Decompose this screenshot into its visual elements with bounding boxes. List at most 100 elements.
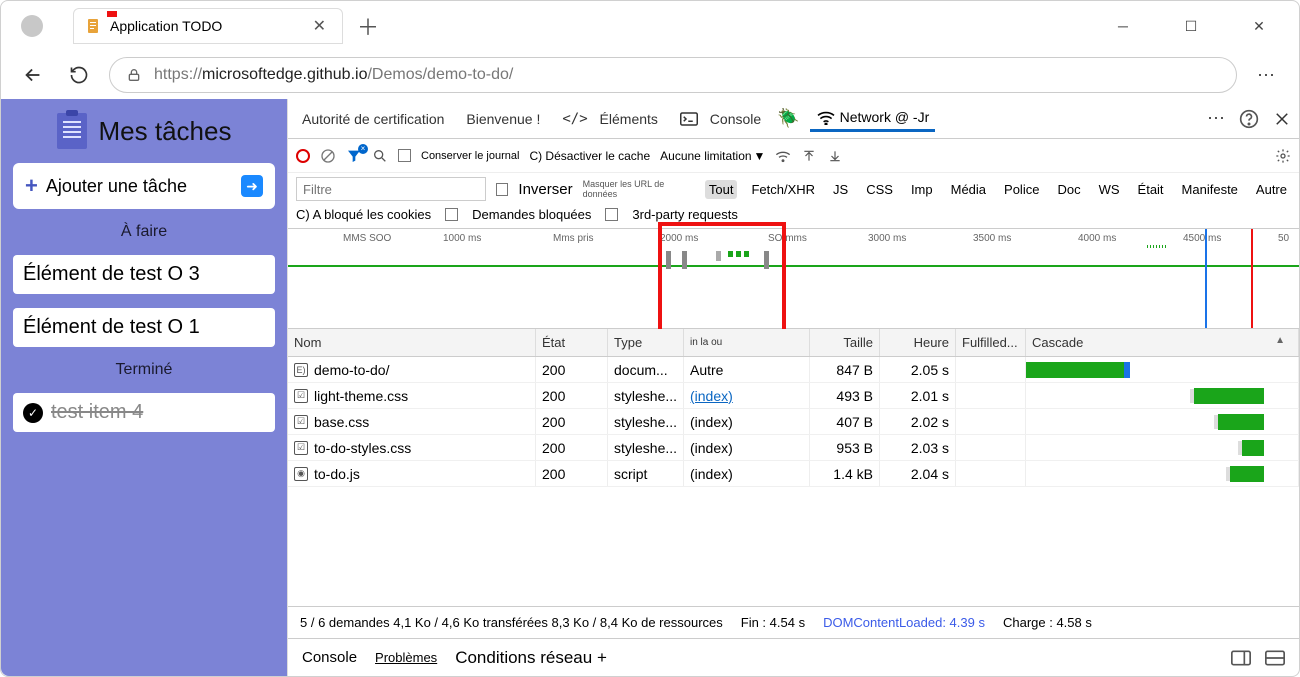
filter-type-fetch[interactable]: Fetch/XHR [747, 180, 819, 199]
col-waterfall[interactable]: Cascade [1026, 329, 1299, 356]
blocked-cookies-label[interactable]: C) A bloqué les cookies [296, 207, 431, 222]
filter-type-media[interactable]: Média [947, 180, 990, 199]
tab-welcome[interactable]: Bienvenue ! [460, 107, 546, 131]
app-title: Mes tâches [99, 116, 232, 147]
request-initiator: (index) [690, 440, 733, 456]
disable-cache-label[interactable]: C) Désactiver le cache [529, 149, 650, 163]
search-icon[interactable] [372, 148, 388, 164]
request-status: 200 [536, 435, 608, 460]
window-minimize-button[interactable]: ─ [1103, 11, 1143, 41]
request-initiator: (index) [690, 414, 733, 430]
col-fulfilled[interactable]: Fulfilled... [956, 329, 1026, 356]
tab-close-icon[interactable]: ✕ [309, 16, 330, 36]
devtools-more-icon[interactable]: ⋯ [1207, 108, 1225, 129]
refresh-button[interactable] [63, 59, 95, 91]
download-icon[interactable] [827, 148, 843, 164]
invert-checkbox[interactable] [496, 183, 508, 196]
network-conditions-icon[interactable] [775, 148, 791, 164]
preserve-log-checkbox[interactable] [398, 149, 411, 162]
request-size: 407 B [810, 409, 880, 434]
tab-console[interactable]: Console [674, 107, 767, 131]
throttling-select[interactable]: Aucune limitation▼ [660, 149, 765, 163]
request-type: styleshe... [608, 409, 684, 434]
table-row[interactable]: ☑light-theme.css 200 styleshe... (index)… [288, 383, 1299, 409]
timeline-overview[interactable]: MMS SOO 1000 ms Mms pris 2000 ms SO mms … [288, 229, 1299, 329]
filter-type-other[interactable]: Autre [1252, 180, 1291, 199]
request-fulfilled [956, 461, 1026, 486]
filter-input[interactable] [296, 177, 486, 201]
request-status: 200 [536, 383, 608, 408]
col-initiator[interactable]: in la ou [684, 329, 810, 356]
request-status: 200 [536, 409, 608, 434]
profile-avatar[interactable] [21, 15, 43, 37]
lock-icon [126, 67, 142, 83]
table-row[interactable]: ☑to-do-styles.css 200 styleshe... (index… [288, 435, 1299, 461]
filter-type-img[interactable]: Imp [907, 180, 937, 199]
drawer-tab-network-conditions[interactable]: Conditions réseau + [455, 648, 607, 668]
sort-arrow-icon: ▲ [1275, 335, 1285, 346]
file-type-icon: E) [294, 363, 308, 377]
filter-type-wasm[interactable]: Était [1134, 180, 1168, 199]
window-maximize-button[interactable]: ☐ [1171, 11, 1211, 41]
waterfall-cell [1026, 435, 1299, 460]
new-tab-button[interactable]: ＋ [357, 10, 379, 42]
filter-type-manifest[interactable]: Manifeste [1178, 180, 1242, 199]
clear-icon[interactable] [320, 148, 336, 164]
filter-funnel-icon[interactable]: × [346, 148, 362, 164]
file-type-icon: ◉ [294, 467, 308, 481]
file-type-icon: ☑ [294, 441, 308, 455]
browser-more-icon[interactable]: ⋯ [1251, 65, 1283, 86]
address-bar[interactable]: https://microsoftedge.github.io/Demos/de… [109, 57, 1237, 93]
window-close-button[interactable]: ✕ [1239, 11, 1279, 41]
col-time[interactable]: Heure [880, 329, 956, 356]
submit-arrow-icon[interactable]: ➜ [241, 175, 263, 197]
col-status[interactable]: État [536, 329, 608, 356]
request-name: demo-to-do/ [314, 362, 389, 378]
record-button[interactable] [296, 149, 310, 163]
col-name[interactable]: Nom [288, 329, 536, 356]
table-row[interactable]: E)demo-to-do/ 200 docum... Autre 847 B 2… [288, 357, 1299, 383]
drawer-tab-console[interactable]: Console [302, 649, 357, 666]
tab-authority[interactable]: Autorité de certification [296, 107, 450, 131]
request-type: docum... [608, 357, 684, 382]
request-status: 200 [536, 461, 608, 486]
tab-network[interactable]: Network @ -Jr [810, 105, 936, 132]
col-type[interactable]: Type [608, 329, 684, 356]
hide-data-urls-label[interactable]: Masquer les URL de données [583, 179, 695, 199]
blocked-requests-checkbox[interactable] [445, 208, 458, 221]
status-finish: Fin : 4.54 s [741, 615, 805, 630]
task-item-done[interactable]: ✓ test item 4 [13, 393, 275, 432]
dock-icon[interactable] [1231, 650, 1251, 666]
filter-type-all[interactable]: Tout [705, 180, 738, 199]
filter-type-doc[interactable]: Doc [1053, 180, 1084, 199]
help-icon[interactable] [1239, 109, 1259, 129]
filter-type-font[interactable]: Police [1000, 180, 1043, 199]
table-row[interactable]: ☑base.css 200 styleshe... (index) 407 B … [288, 409, 1299, 435]
upload-icon[interactable] [801, 148, 817, 164]
tab-elements[interactable]: </> Éléments [556, 107, 664, 131]
status-summary: 5 / 6 demandes 4,1 Ko / 4,6 Ko transféré… [300, 615, 723, 630]
invert-label: Inverser [518, 181, 572, 198]
devtools-panel: Autorité de certification Bienvenue ! </… [287, 99, 1299, 676]
filter-type-ws[interactable]: WS [1095, 180, 1124, 199]
filter-type-js[interactable]: JS [829, 180, 852, 199]
expand-icon[interactable] [1265, 650, 1285, 666]
bug-icon[interactable]: 🪲 [777, 108, 799, 129]
drawer-tab-problems[interactable]: Problèmes [375, 650, 437, 665]
filter-type-css[interactable]: CSS [862, 180, 897, 199]
gear-icon[interactable] [1275, 148, 1291, 164]
table-row[interactable]: ◉to-do.js 200 script (index) 1.4 kB 2.04… [288, 461, 1299, 487]
task-item[interactable]: Élément de test O 3 [13, 255, 275, 294]
plus-icon: + [25, 173, 38, 199]
status-load: Charge : 4.58 s [1003, 615, 1092, 630]
devtools-close-icon[interactable] [1273, 110, 1291, 128]
request-initiator[interactable]: (index) [690, 388, 733, 404]
add-task-label: Ajouter une tâche [46, 176, 187, 197]
task-item[interactable]: Élément de test O 1 [13, 308, 275, 347]
col-size[interactable]: Taille [810, 329, 880, 356]
add-task-button[interactable]: + Ajouter une tâche ➜ [13, 163, 275, 209]
back-button[interactable] [17, 59, 49, 91]
third-party-checkbox[interactable] [605, 208, 618, 221]
request-name: light-theme.css [314, 388, 408, 404]
request-type: styleshe... [608, 383, 684, 408]
